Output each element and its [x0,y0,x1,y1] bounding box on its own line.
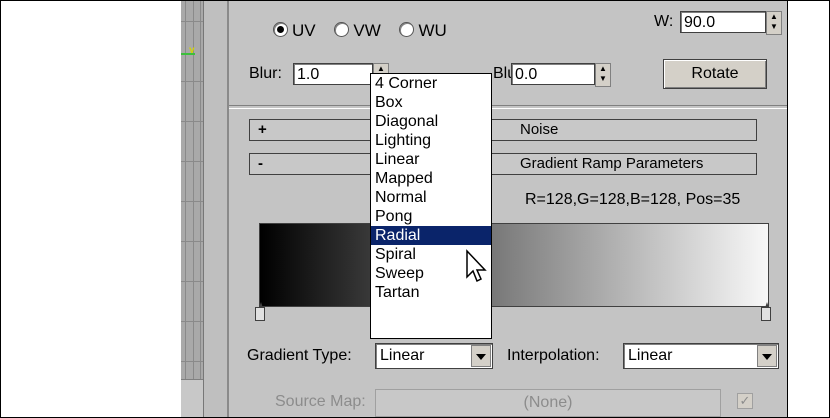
rollout-gradient-ramp[interactable]: - Gradient Ramp Parameters [249,153,757,175]
radio-unchecked-icon[interactable] [334,22,350,37]
spinner-icon[interactable]: ▲▼ [766,11,782,35]
blur-offset-input[interactable]: 0.0 [511,63,595,85]
radio-vw[interactable]: VW [334,21,394,40]
gradient-type-value: Linear [380,347,425,364]
dropdown-item[interactable]: Box [371,93,491,112]
dropdown-item[interactable]: 4 Corner [371,74,491,93]
rollout-title: Gradient Ramp Parameters [520,155,704,172]
interpolation-value: Linear [628,347,673,364]
rollout-noise[interactable]: + Noise [249,119,757,141]
interpolation-select[interactable]: Linear [623,343,779,369]
blur-label: Blur: [249,65,282,82]
spinner-icon[interactable]: ▲▼ [595,63,611,87]
gradient-type-select[interactable]: Linear [375,343,493,369]
gradient-type-label: Gradient Type: [247,347,352,364]
dropdown-item[interactable]: Linear [371,150,491,169]
dropdown-item-highlighted[interactable]: Radial [371,226,491,245]
blur-input[interactable]: 1.0 [293,63,373,85]
mouse-cursor-icon [466,249,487,283]
radio-unchecked-icon[interactable] [399,22,415,37]
blank-area-right [787,1,829,417]
checkbox-icon[interactable]: ✓ [737,393,753,409]
dropdown-item[interactable]: Lighting [371,131,491,150]
w-angle-input[interactable]: 90.0 [680,11,766,33]
gradient-type-dropdown-list[interactable]: 4 Corner Box Diagonal Lighting Linear Ma… [370,73,492,339]
rollout-expand-icon: + [258,121,267,138]
gradient-flag-icon[interactable] [255,302,265,321]
interpolation-label: Interpolation: [507,347,600,364]
rollout-title: Noise [520,121,559,138]
viewport-status-strip [181,379,203,417]
panel-gutter [203,1,228,417]
dropdown-item[interactable]: Normal [371,188,491,207]
gradient-flag-icon[interactable] [761,302,771,321]
rotate-button[interactable]: Rotate [663,59,767,89]
color-readout: R=128,G=128,B=128, Pos=35 [525,191,741,208]
radio-wu[interactable]: WU [399,21,460,40]
screenshot-frame: y UV VW WU W: 90.0 ▲▼ Blur: 1.0 ▲▼ Blur … [0,0,830,418]
separator [229,105,789,109]
mapping-axis-radio-group: UV VW WU [273,21,461,41]
dropdown-item[interactable]: Pong [371,207,491,226]
blank-area-left [1,1,181,417]
source-map-button[interactable]: (None) [375,389,721,417]
dropdown-arrow-icon[interactable] [471,345,491,367]
material-editor-panel: UV VW WU W: 90.0 ▲▼ Blur: 1.0 ▲▼ Blur of… [227,1,789,417]
w-angle-label: W: [654,13,674,30]
viewport-edge[interactable]: y [181,1,203,417]
source-map-label: Source Map: [275,393,366,410]
dropdown-item[interactable]: Mapped [371,169,491,188]
dropdown-item[interactable]: Diagonal [371,112,491,131]
rollout-collapse-icon: - [258,155,263,172]
dropdown-arrow-icon[interactable] [757,345,777,367]
axis-line-icon [181,53,195,55]
radio-checked-icon[interactable] [273,22,288,37]
radio-uv[interactable]: UV [273,21,330,40]
dropdown-item[interactable]: Tartan [371,283,491,302]
gradient-ramp-bar[interactable] [259,223,769,307]
